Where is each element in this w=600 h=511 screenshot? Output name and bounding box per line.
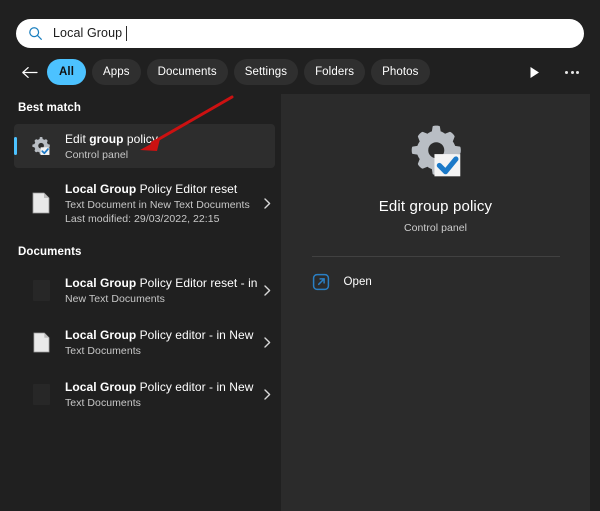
back-arrow-icon — [21, 66, 38, 79]
document-placeholder-icon — [28, 381, 54, 407]
title-part-highlight: group — [89, 132, 123, 146]
play-icon — [529, 66, 540, 79]
document-row-2[interactable]: Local Group Policy editor - in New Text … — [14, 322, 275, 362]
preview-divider — [312, 256, 560, 257]
search-icon — [28, 26, 43, 41]
best-match-header: Best match — [0, 102, 281, 114]
tab-all-label: All — [59, 66, 74, 78]
result-item-meta: Last modified: 29/03/2022, 22:15 — [65, 212, 259, 226]
tab-folders[interactable]: Folders — [304, 59, 365, 85]
search-input[interactable]: Local Group — [16, 19, 584, 48]
document-row-title: Local Group Policy editor - in New — [65, 380, 253, 394]
result-item-edit-group-policy[interactable]: Edit group policy Control panel — [14, 124, 275, 168]
documents-header: Documents — [0, 246, 281, 258]
play-button[interactable] — [522, 60, 546, 84]
result-item-title: Edit group policy — [65, 132, 158, 146]
document-placeholder-icon — [28, 277, 54, 303]
chevron-right-icon[interactable] — [259, 198, 275, 209]
title-part-highlight: Local Group — [65, 328, 136, 342]
title-part-highlight: Local Group — [65, 276, 136, 290]
document-row-text: Local Group Policy editor - in New Text … — [65, 326, 259, 358]
tab-photos-label: Photos — [382, 66, 418, 78]
open-action-label: Open — [344, 276, 372, 288]
preview-subtitle: Control panel — [404, 222, 467, 234]
document-row-1[interactable]: Local Group Policy Editor reset - in New… — [14, 270, 275, 310]
result-item-title: Local Group Policy Editor reset — [65, 182, 237, 196]
title-part-rest: Policy editor - in New — [136, 328, 253, 342]
preview-content: Edit group policy Control panel Open — [281, 94, 590, 291]
document-row-text: Local Group Policy editor - in New Text … — [65, 378, 259, 410]
chevron-right-icon[interactable] — [259, 389, 275, 400]
tab-settings-label: Settings — [245, 66, 287, 78]
document-row-3[interactable]: Local Group Policy editor - in New Text … — [14, 374, 275, 414]
title-part-rest: Policy editor - in New — [136, 380, 253, 394]
results-list: Best match Edit group policy Control pan… — [0, 94, 281, 511]
title-part-highlight: Local Group — [65, 182, 136, 196]
filter-tab-bar: All Apps Documents Settings Folders Phot… — [16, 58, 584, 86]
windows-search-panel: Local Group All Apps Documents Settings … — [0, 0, 600, 511]
tab-all[interactable]: All — [47, 59, 86, 85]
title-part-highlight: Local Group — [65, 380, 136, 394]
open-external-icon — [312, 273, 330, 291]
preview-panel: Edit group policy Control panel Open — [281, 94, 590, 511]
tab-documents-label: Documents — [158, 66, 217, 78]
title-part-suffix: policy — [124, 132, 158, 146]
tab-photos[interactable]: Photos — [371, 59, 429, 85]
search-input-text: Local Group — [53, 26, 127, 41]
document-row-title: Local Group Policy editor - in New — [65, 328, 253, 342]
back-button[interactable] — [16, 59, 42, 85]
result-item-text: Edit group policy Control panel — [65, 130, 275, 162]
more-options-icon — [565, 71, 579, 74]
selection-indicator — [14, 137, 17, 155]
result-item-subtitle: Text Document in New Text Documents — [65, 198, 259, 212]
result-item-subtitle: Control panel — [65, 148, 275, 162]
document-row-subtitle: New Text Documents — [65, 292, 259, 306]
document-row-subtitle: Text Documents — [65, 396, 259, 410]
document-icon — [28, 329, 54, 355]
title-part-rest: Policy Editor reset — [136, 182, 237, 196]
document-row-subtitle: Text Documents — [65, 344, 259, 358]
tab-settings[interactable]: Settings — [234, 59, 298, 85]
document-icon — [28, 190, 54, 216]
tab-folders-label: Folders — [315, 66, 354, 78]
tab-documents[interactable]: Documents — [147, 59, 228, 85]
result-item-policy-editor-reset[interactable]: Local Group Policy Editor reset Text Doc… — [14, 176, 275, 230]
tab-apps[interactable]: Apps — [92, 59, 141, 85]
gear-check-icon — [405, 120, 467, 182]
preview-title: Edit group policy — [379, 198, 492, 215]
result-item-text: Local Group Policy Editor reset Text Doc… — [65, 180, 259, 226]
document-row-title: Local Group Policy Editor reset - in — [65, 276, 258, 290]
title-part-prefix: Edit — [65, 132, 89, 146]
chevron-right-icon[interactable] — [259, 285, 275, 296]
gear-check-icon — [28, 133, 54, 159]
more-options-button[interactable] — [560, 60, 584, 84]
text-caret — [126, 26, 127, 41]
title-part-rest: Policy Editor reset - in — [136, 276, 257, 290]
tab-apps-label: Apps — [103, 66, 130, 78]
chevron-right-icon[interactable] — [259, 337, 275, 348]
search-input-value: Local Group — [53, 26, 122, 41]
document-row-text: Local Group Policy Editor reset - in New… — [65, 274, 259, 306]
open-action-button[interactable]: Open — [312, 273, 560, 291]
